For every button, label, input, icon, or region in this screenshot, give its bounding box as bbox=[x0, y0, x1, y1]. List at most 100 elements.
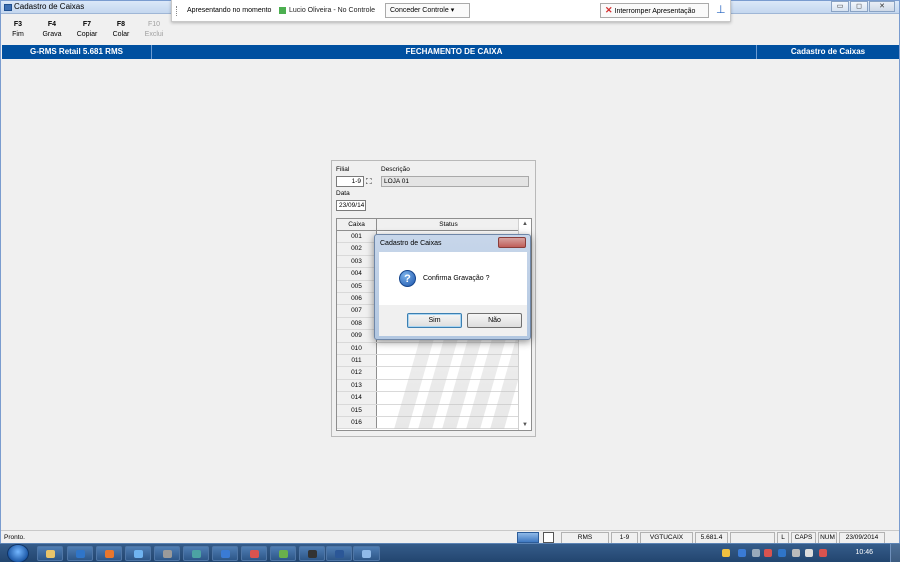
tray-alert-icon[interactable] bbox=[764, 549, 772, 557]
show-desktop-button[interactable] bbox=[890, 544, 900, 562]
taskbar-app-paint[interactable] bbox=[241, 546, 267, 561]
taskbar-app-word[interactable] bbox=[326, 546, 352, 561]
caixa-cell: 014 bbox=[337, 392, 377, 404]
window-controls: ▭ ◻ ✕ bbox=[830, 1, 895, 13]
drag-handle[interactable] bbox=[176, 6, 178, 16]
tray-shield-icon[interactable] bbox=[722, 549, 730, 557]
network-icon bbox=[517, 532, 539, 543]
maximize-button[interactable]: ◻ bbox=[850, 1, 868, 12]
caixa-cell: 006 bbox=[337, 293, 377, 305]
dialog-footer: Sim Não bbox=[379, 305, 527, 336]
tray-network-icon[interactable] bbox=[752, 549, 760, 557]
tool-label: Grava bbox=[42, 31, 62, 38]
search-binoculars-icon[interactable]: ⛶ bbox=[366, 177, 376, 186]
taskbar-app-outlook[interactable] bbox=[67, 546, 93, 561]
tool-exclui[interactable]: F10 Exclui bbox=[139, 21, 169, 38]
window-title: Cadastro de Caixas bbox=[14, 2, 85, 11]
filial-input[interactable]: 1-9 bbox=[336, 176, 364, 187]
descricao-label: Descrição bbox=[381, 166, 410, 173]
taskbar-app-lync[interactable] bbox=[212, 546, 238, 561]
close-button[interactable]: ✕ bbox=[869, 1, 895, 12]
tool-key: F4 bbox=[47, 21, 57, 28]
caixa-cell: 012 bbox=[337, 367, 377, 379]
tool-colar[interactable]: F8 Colar bbox=[106, 21, 136, 38]
scroll-up-icon[interactable]: ▲ bbox=[522, 221, 528, 227]
caixa-cell: 010 bbox=[337, 342, 377, 354]
taskbar-app-calc[interactable] bbox=[270, 546, 296, 561]
module-header: G-RMS Retail 5.681 RMS FECHAMENTO DE CAI… bbox=[2, 45, 899, 59]
tool-key: F7 bbox=[82, 21, 92, 28]
caixa-cell: 003 bbox=[337, 255, 377, 268]
presenter-status-icon bbox=[279, 7, 286, 14]
tool-label: Colar bbox=[112, 31, 130, 38]
tray-security-icon[interactable] bbox=[819, 549, 827, 557]
tool-grava[interactable]: F4 Grava bbox=[37, 21, 67, 38]
status-bar: Pronto. RMS 1-9 VGTUCAIX 5.681.4 L CAPS … bbox=[1, 530, 899, 544]
tool-label: Copiar bbox=[76, 31, 98, 38]
tool-label: Exclui bbox=[144, 31, 164, 38]
no-button[interactable]: Não bbox=[467, 313, 522, 328]
presenter-name: Lucio Oliveira - No Controle bbox=[289, 7, 375, 14]
tray-volume-icon[interactable] bbox=[805, 549, 813, 557]
data-input[interactable]: 23/09/14 bbox=[336, 200, 366, 211]
tool-copiar[interactable]: F7 Copiar bbox=[72, 21, 102, 38]
caixa-cell: 013 bbox=[337, 379, 377, 392]
caixa-cell: 005 bbox=[337, 280, 377, 292]
caixa-cell: 016 bbox=[337, 417, 377, 429]
stop-presenting-button[interactable]: ✕ Interromper Apresentação bbox=[600, 3, 709, 18]
caixa-cell: 004 bbox=[337, 268, 377, 280]
minimize-button[interactable]: ▭ bbox=[831, 1, 849, 12]
dialog-body: ? Confirma Gravação ? bbox=[379, 252, 527, 305]
caixa-cell: 001 bbox=[337, 231, 377, 243]
caixa-cell: 009 bbox=[337, 330, 377, 342]
taskbar-app-firefox[interactable] bbox=[96, 546, 122, 561]
tray-outlook-icon[interactable] bbox=[778, 549, 786, 557]
taskbar-app-tool[interactable] bbox=[154, 546, 180, 561]
caixa-cell: 008 bbox=[337, 317, 377, 330]
taskbar-app-rms[interactable] bbox=[353, 546, 380, 561]
tray-display-icon[interactable] bbox=[792, 549, 800, 557]
caixa-cell: 002 bbox=[337, 243, 377, 255]
yes-button[interactable]: Sim bbox=[407, 313, 462, 328]
taskbar-app-terminal[interactable] bbox=[299, 546, 325, 561]
pin-icon[interactable]: ⊥ bbox=[716, 3, 726, 16]
dialog-message: Confirma Gravação ? bbox=[423, 275, 490, 282]
descricao-field: LOJA 01 bbox=[381, 176, 529, 187]
data-label: Data bbox=[336, 190, 350, 197]
dialog-close-button[interactable] bbox=[498, 237, 526, 248]
stop-label: Interromper Apresentação bbox=[614, 8, 696, 15]
give-control-button[interactable]: Conceder Controle ▾ bbox=[385, 3, 470, 18]
presenting-label: Apresentando no momento bbox=[187, 7, 272, 14]
column-header-caixa[interactable]: Caixa bbox=[337, 219, 377, 231]
caixa-cell: 007 bbox=[337, 305, 377, 317]
taskbar-clock[interactable]: 10:46 bbox=[855, 549, 873, 556]
app-icon bbox=[4, 4, 12, 11]
document-icon bbox=[543, 532, 554, 543]
module-name: Cadastro de Caixas bbox=[756, 45, 899, 59]
taskbar-app-explorer[interactable] bbox=[37, 546, 63, 561]
column-header-status[interactable]: Status bbox=[377, 219, 520, 231]
scroll-down-icon[interactable]: ▼ bbox=[522, 422, 528, 428]
status-message: Pronto. bbox=[4, 534, 25, 541]
stop-icon: ✕ bbox=[605, 5, 613, 15]
app-window: Cadastro de Caixas ▭ ◻ ✕ F3 Fim F4 Grava… bbox=[0, 0, 900, 562]
tool-fim[interactable]: F3 Fim bbox=[3, 21, 33, 38]
presenting-bar: Apresentando no momento Lucio Oliveira -… bbox=[171, 0, 731, 22]
taskbar-app-remote[interactable] bbox=[183, 546, 209, 561]
system-tray: 10:46 bbox=[705, 544, 900, 562]
tray-lync-icon[interactable] bbox=[738, 549, 746, 557]
tool-label: Fim bbox=[12, 31, 24, 38]
taskbar-app-browser[interactable] bbox=[125, 546, 151, 561]
confirm-dialog: Cadastro de Caixas ? Confirma Gravação ?… bbox=[374, 234, 531, 340]
caixa-cell: 015 bbox=[337, 404, 377, 416]
dialog-title: Cadastro de Caixas bbox=[380, 240, 442, 247]
start-button[interactable] bbox=[7, 544, 29, 562]
caixa-cell: 011 bbox=[337, 355, 377, 367]
background-watermark bbox=[387, 329, 527, 429]
tool-key: F10 bbox=[147, 21, 161, 28]
product-label: G-RMS Retail 5.681 RMS bbox=[2, 45, 152, 59]
taskbar: 10:46 bbox=[0, 543, 900, 562]
question-icon: ? bbox=[399, 270, 416, 287]
screen-title: FECHAMENTO DE CAIXA bbox=[405, 47, 503, 56]
tool-key: F3 bbox=[13, 21, 23, 28]
